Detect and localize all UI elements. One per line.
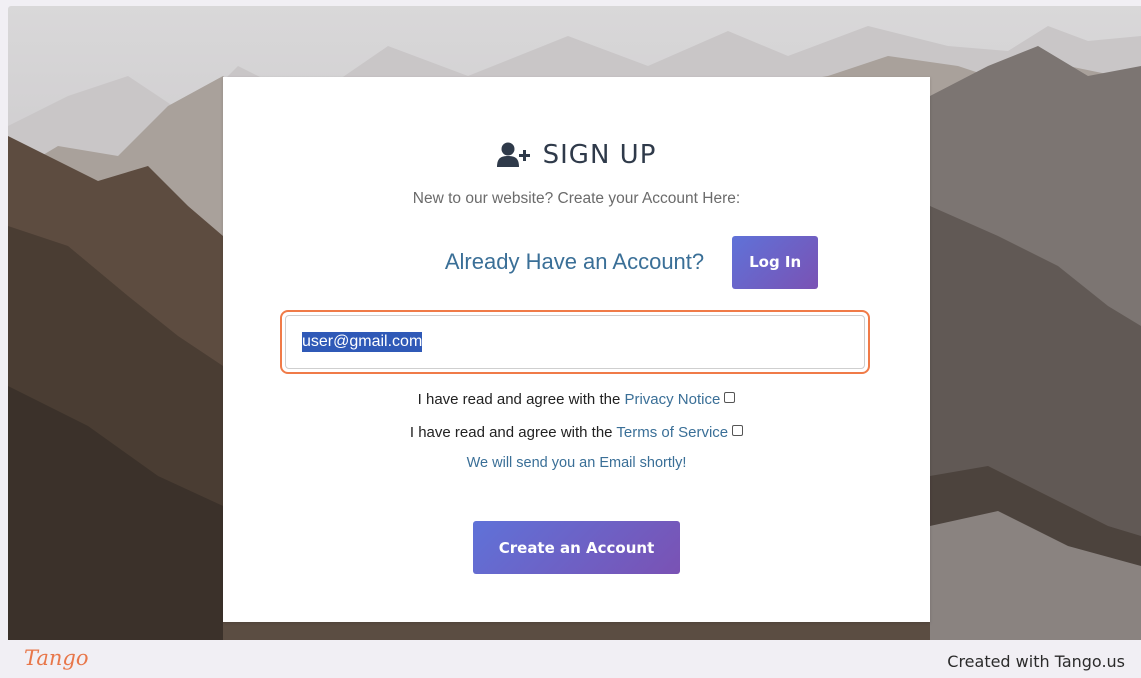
signup-card: SIGN UP New to our website? Create your … (223, 77, 930, 622)
signup-subtitle: New to our website? Create your Account … (412, 190, 741, 207)
privacy-agreement-label: I have read and agree with the (417, 391, 625, 408)
terms-agreement: I have read and agree with the Terms of … (223, 424, 930, 441)
terms-agreement-label: I have read and agree with the (409, 424, 617, 441)
privacy-checkbox[interactable] (724, 392, 736, 403)
page-title: SIGN UP (542, 140, 657, 170)
email-note: We will send you an Email shortly! (466, 455, 687, 471)
email-field-value: user@gmail.com (302, 332, 423, 352)
privacy-agreement: I have read and agree with the Privacy N… (223, 391, 930, 408)
tango-logo: Tango (24, 646, 89, 670)
signup-header: SIGN UP (223, 135, 930, 175)
terms-of-service-link[interactable]: Terms of Service (616, 424, 728, 441)
user-plus-icon (496, 141, 531, 169)
login-button[interactable]: Log In (732, 235, 819, 289)
footer: Tango Created with Tango.us (0, 640, 1141, 678)
terms-checkbox[interactable] (732, 425, 744, 436)
login-prompt: Already Have an Account? Log In (223, 235, 930, 289)
privacy-notice-link[interactable]: Privacy Notice (624, 391, 720, 408)
create-account-button[interactable]: Create an Account (473, 521, 680, 574)
email-field-highlight: user@gmail.com (280, 310, 870, 374)
email-field[interactable]: user@gmail.com (285, 315, 865, 369)
already-have-account-label: Already Have an Account? (444, 249, 705, 274)
footer-credit: Created with Tango.us (947, 652, 1125, 671)
